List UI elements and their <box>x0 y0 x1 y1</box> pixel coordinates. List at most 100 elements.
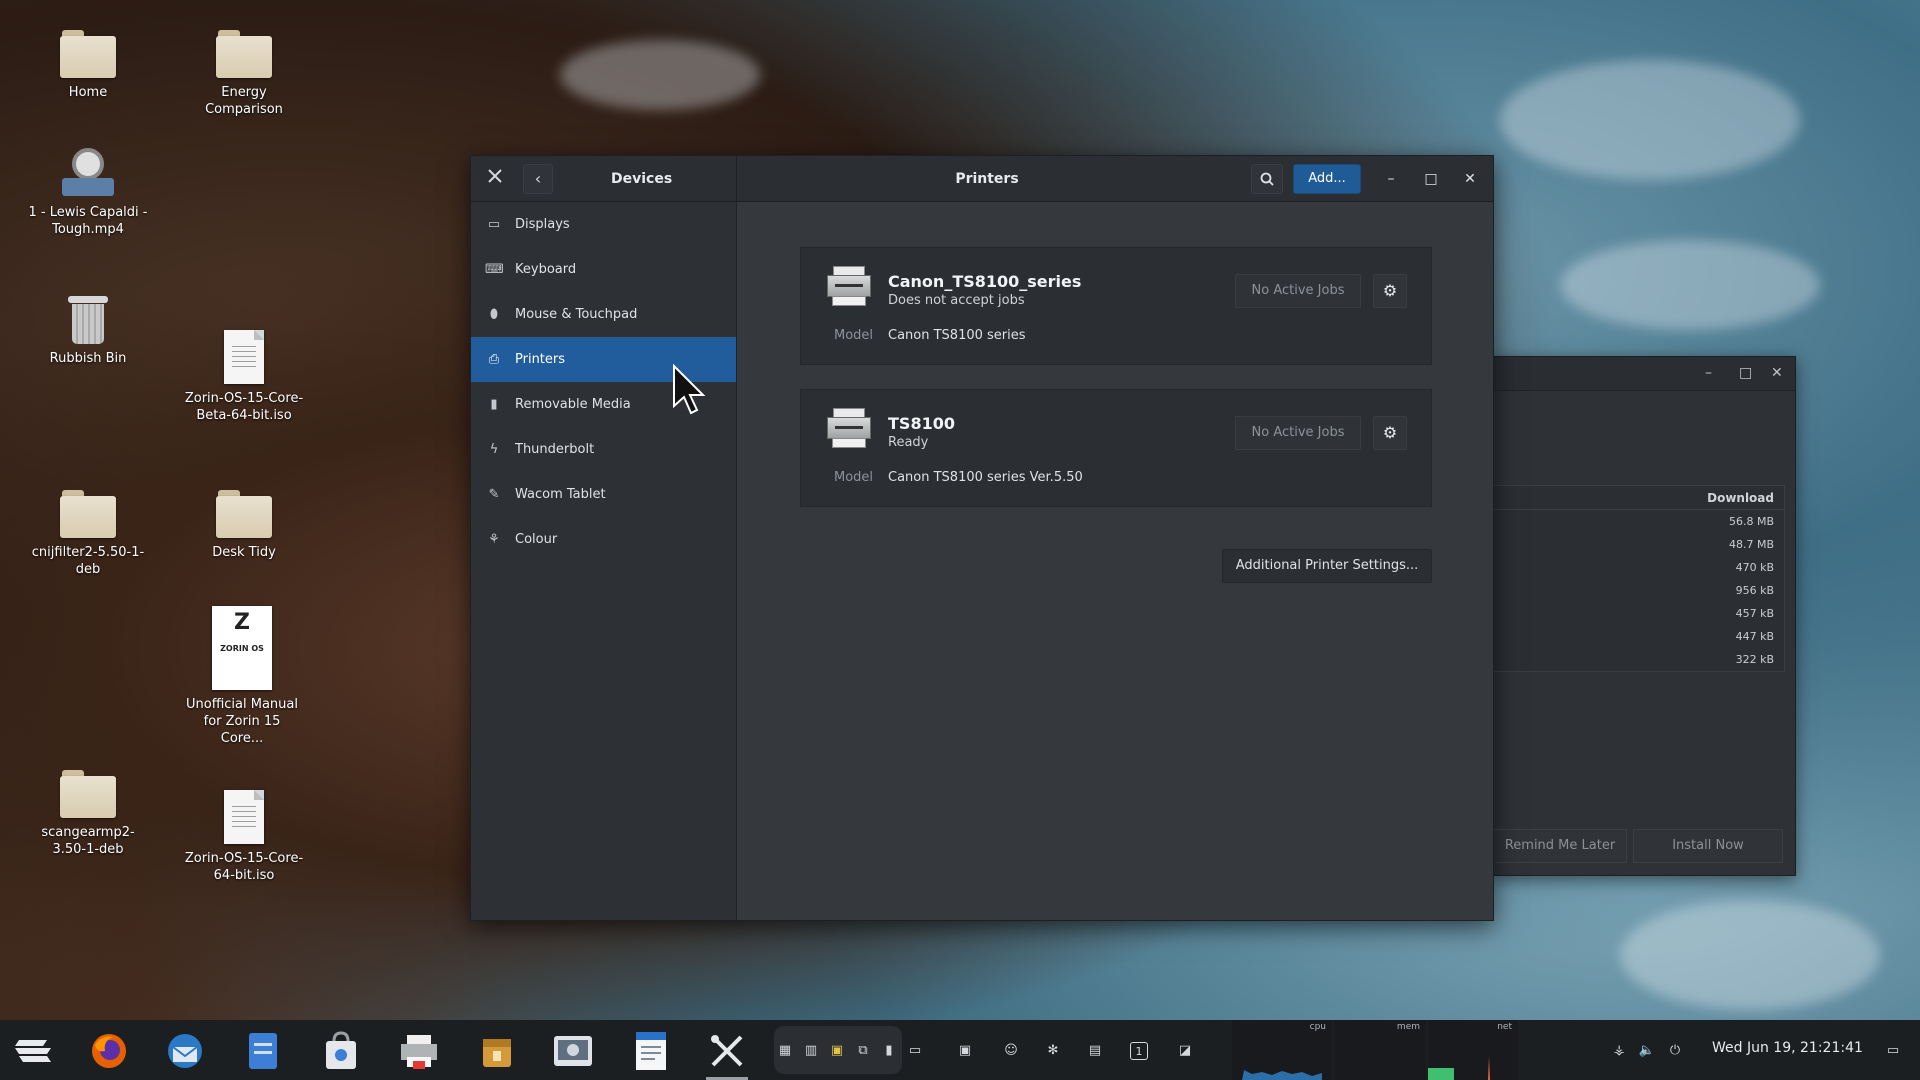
app-tray-icon[interactable]: ▤ <box>1086 1042 1104 1060</box>
thunderbolt-icon: ϟ <box>489 441 499 457</box>
active-jobs-button[interactable]: No Active Jobs <box>1235 416 1361 450</box>
network-icon[interactable]: ⚶ <box>1610 1042 1628 1060</box>
desktop-icon-video[interactable]: 1 - Lewis Capaldi - Tough.mp4 <box>28 148 148 238</box>
keyboard-icon: ⌨ <box>485 261 504 277</box>
maximize-icon[interactable]: □ <box>1739 365 1752 381</box>
desktop-icon-label: Unofficial Manual for Zorin 15 Core... <box>186 697 298 746</box>
software-icon[interactable] <box>318 1028 364 1074</box>
snowflake-icon[interactable]: ✻ <box>1044 1042 1062 1060</box>
trash-icon <box>68 296 108 344</box>
zorin-menu-icon[interactable] <box>10 1028 56 1074</box>
cpu-monitor[interactable]: cpu <box>1232 1020 1332 1080</box>
search-button[interactable] <box>1251 164 1283 194</box>
printer-card[interactable]: Canon_TS8100_series Does not accept jobs… <box>800 247 1432 365</box>
desktop-icon-cnijfilter[interactable]: cnijfilter2-5.50-1-deb <box>28 490 148 578</box>
wallpaper-foam <box>560 40 760 110</box>
active-jobs-button[interactable]: No Active Jobs <box>1235 274 1361 308</box>
printer-settings-button[interactable]: ⚙ <box>1373 274 1407 308</box>
screen-icon[interactable]: ▣ <box>956 1042 974 1060</box>
minimize-icon[interactable]: – <box>1705 365 1712 381</box>
wallpaper-foam <box>1560 240 1820 330</box>
install-now-button[interactable]: Install Now <box>1633 829 1783 863</box>
settings-tools-icon[interactable] <box>704 1028 750 1080</box>
files-icon[interactable] <box>240 1028 286 1074</box>
maximize-icon[interactable]: □ <box>1419 168 1443 190</box>
table-row[interactable]: 447 kB <box>1494 625 1784 648</box>
desktop-icon-label: Rubbish Bin <box>49 351 127 366</box>
desktop-icon-iso[interactable]: Zorin-OS-15-Core-64-bit.iso <box>184 790 304 884</box>
table-row[interactable]: 470 kB <box>1494 556 1784 579</box>
mouse-cursor-icon <box>673 364 706 415</box>
firefox-icon[interactable] <box>86 1028 132 1074</box>
volume-icon[interactable]: 🔈 <box>1638 1042 1656 1060</box>
desktop-icon-rubbish-bin[interactable]: Rubbish Bin <box>28 296 148 367</box>
manual-logo: Z <box>234 610 250 635</box>
usb-tray-icon[interactable]: ▮ <box>880 1042 898 1060</box>
desktop-icon-energy-comparison[interactable]: Energy Comparison <box>184 30 304 118</box>
screenshot-icon[interactable] <box>550 1028 596 1074</box>
clock[interactable]: Wed Jun 19, 21:21:41 <box>1712 1040 1863 1056</box>
system-monitor-icon[interactable]: ◪ <box>1176 1042 1194 1060</box>
memory-icon[interactable]: ▥ <box>802 1042 820 1060</box>
sidebar-item-wacom-tablet[interactable]: ✎ Wacom Tablet <box>471 472 736 517</box>
table-row[interactable]: 48.7 MB <box>1494 533 1784 556</box>
desktop-icon-home[interactable]: Home <box>28 30 148 101</box>
printer-name: Canon_TS8100_series <box>888 272 1082 291</box>
desktop-icon-scangear[interactable]: scangearmp2-3.50-1-deb <box>28 770 148 858</box>
sidebar-item-label: Wacom Tablet <box>515 487 606 502</box>
sidebar-item-label: Removable Media <box>515 397 631 412</box>
sidebar-item-keyboard[interactable]: ⌨ Keyboard <box>471 247 736 292</box>
sidebar-item-mouse-touchpad[interactable]: ⬮ Mouse & Touchpad <box>471 292 736 337</box>
power-icon[interactable]: ⏻ <box>1666 1042 1684 1060</box>
additional-printer-settings-button[interactable]: Additional Printer Settings... <box>1222 549 1432 583</box>
network-tray-icon[interactable]: ⧉ <box>854 1042 872 1060</box>
back-button[interactable]: ‹ <box>523 164 553 194</box>
desktop-icon-label: Zorin-OS-15-Core-Beta-64-bit.iso <box>184 391 304 423</box>
close-icon[interactable]: ✕ <box>1771 365 1783 381</box>
sidebar-item-thunderbolt[interactable]: ϟ Thunderbolt <box>471 427 736 472</box>
archive-icon[interactable] <box>474 1028 520 1074</box>
table-row[interactable]: 457 kB <box>1494 602 1784 625</box>
writer-icon[interactable] <box>628 1028 674 1074</box>
document-icon <box>224 330 264 384</box>
desktop-icon-label: cnijfilter2-5.50-1-deb <box>31 545 145 577</box>
sidebar-item-displays[interactable]: ▭ Displays <box>471 202 736 247</box>
people-icon[interactable]: ☺ <box>1002 1042 1020 1060</box>
model-label: Model <box>834 470 874 485</box>
close-icon[interactable]: ✕ <box>1458 168 1482 190</box>
settings-window: ‹ Devices Printers Add... – □ ✕ ▭ Displa… <box>470 155 1494 921</box>
printer-settings-button[interactable]: ⚙ <box>1373 416 1407 450</box>
folder-icon <box>216 30 272 78</box>
printer-card[interactable]: TS8100 Ready No Active Jobs ⚙ Model Cano… <box>800 389 1432 507</box>
chip-icon[interactable]: ▦ <box>776 1042 794 1060</box>
show-desktop-icon[interactable]: ▭ <box>1884 1042 1902 1060</box>
sidebar-item-colour[interactable]: ⚘ Colour <box>471 517 736 562</box>
minimize-icon[interactable]: – <box>1379 168 1403 190</box>
memory-monitor[interactable]: mem <box>1334 1020 1426 1080</box>
download-column-header[interactable]: Download <box>1494 486 1784 510</box>
mouse-icon: ⬮ <box>489 306 499 322</box>
tools-icon[interactable] <box>483 167 507 191</box>
printer-device-icon <box>827 266 871 308</box>
remind-me-later-button[interactable]: Remind Me Later <box>1493 829 1627 863</box>
folder-icon <box>60 490 116 538</box>
display-tray-icon[interactable]: ▭ <box>906 1042 924 1060</box>
add-printer-button[interactable]: Add... <box>1293 164 1361 194</box>
manual-cover-icon: Z ZORIN OS <box>212 606 272 690</box>
network-monitor[interactable]: net <box>1428 1020 1518 1080</box>
desktop-icon-desk-tidy[interactable]: Desk Tidy <box>184 490 304 561</box>
printer-app-icon[interactable] <box>396 1028 442 1074</box>
table-row[interactable]: 956 kB <box>1494 579 1784 602</box>
desktop-icon-iso-beta[interactable]: Zorin-OS-15-Core-Beta-64-bit.iso <box>184 330 304 424</box>
table-row[interactable]: 322 kB <box>1494 648 1784 671</box>
page-title: Printers <box>955 171 1019 187</box>
sidebar-item-label: Printers <box>515 352 566 367</box>
usb-icon: ▮ <box>490 396 498 412</box>
table-row[interactable]: 56.8 MB <box>1494 510 1784 533</box>
clipboard-icon[interactable]: ▣ <box>828 1042 846 1060</box>
desktop-icon-manual[interactable]: Z ZORIN OS Unofficial Manual for Zorin 1… <box>182 606 302 747</box>
printer-status: Does not accept jobs <box>888 293 1025 308</box>
thunderbird-icon[interactable] <box>162 1028 208 1074</box>
workspace-indicator[interactable]: 1 <box>1130 1042 1148 1060</box>
desktop-icon-label: scangearmp2-3.50-1-deb <box>41 825 135 857</box>
